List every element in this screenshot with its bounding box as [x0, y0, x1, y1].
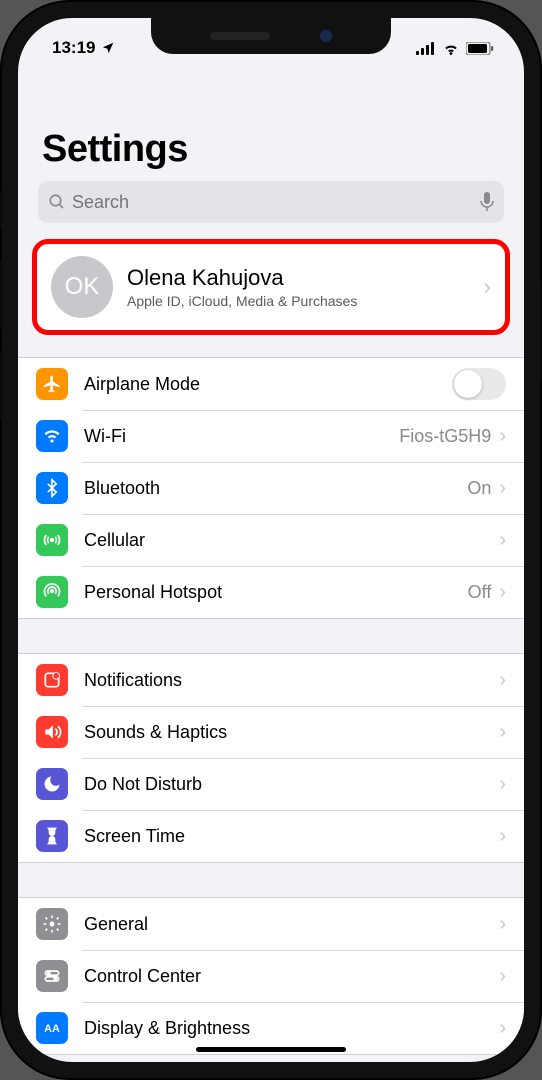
svg-text:AA: AA — [44, 1023, 60, 1035]
statusbar-time: 13:19 — [52, 38, 95, 58]
chevron-right-icon: › — [499, 965, 506, 988]
home-indicator[interactable] — [196, 1047, 346, 1052]
row-label: Wi-Fi — [84, 426, 399, 447]
dnd-icon — [36, 768, 68, 800]
chevron-right-icon: › — [499, 721, 506, 744]
row-label: Airplane Mode — [84, 374, 452, 395]
settings-row-screen-time[interactable]: Screen Time› — [18, 810, 524, 862]
chevron-right-icon: › — [499, 913, 506, 936]
chevron-right-icon: › — [499, 1017, 506, 1040]
chevron-right-icon: › — [499, 425, 506, 448]
chevron-right-icon: › — [499, 581, 506, 604]
settings-row-cellular[interactable]: Cellular› — [18, 514, 524, 566]
wifi-icon — [442, 42, 460, 55]
search-input[interactable] — [72, 192, 480, 213]
settings-row-do-not-disturb[interactable]: Do Not Disturb› — [18, 758, 524, 810]
cell-signal-icon — [416, 42, 436, 55]
row-label: Notifications — [84, 670, 499, 691]
profile-subtitle: Apple ID, iCloud, Media & Purchases — [127, 293, 470, 309]
row-label: Screen Time — [84, 826, 499, 847]
row-label: General — [84, 914, 499, 935]
row-label: Control Center — [84, 966, 499, 987]
chevron-right-icon: › — [499, 825, 506, 848]
row-label: Do Not Disturb — [84, 774, 499, 795]
chevron-right-icon: › — [499, 669, 506, 692]
chevron-right-icon: › — [499, 529, 506, 552]
notifications-icon — [36, 664, 68, 696]
settings-row-personal-hotspot[interactable]: Personal HotspotOff › — [18, 566, 524, 618]
row-label: Bluetooth — [84, 478, 467, 499]
row-label: Personal Hotspot — [84, 582, 468, 603]
hotspot-icon — [36, 576, 68, 608]
wifi-icon — [36, 420, 68, 452]
screentime-icon — [36, 820, 68, 852]
avatar: OK — [51, 256, 113, 318]
general-icon — [36, 908, 68, 940]
search-icon — [48, 193, 66, 211]
avatar-initials: OK — [65, 273, 100, 301]
apple-id-profile-row[interactable]: OK Olena Kahujova Apple ID, iCloud, Medi… — [32, 239, 510, 335]
settings-row-notifications[interactable]: Notifications› — [18, 654, 524, 706]
settings-row-bluetooth[interactable]: BluetoothOn › — [18, 462, 524, 514]
page-title: Settings — [18, 98, 524, 181]
settings-row-sounds-haptics[interactable]: Sounds & Haptics› — [18, 706, 524, 758]
settings-row-control-center[interactable]: Control Center› — [18, 950, 524, 1002]
sounds-icon — [36, 716, 68, 748]
cellular-icon — [36, 524, 68, 556]
chevron-right-icon: › — [484, 274, 491, 300]
controlcenter-icon — [36, 960, 68, 992]
settings-row-general[interactable]: General› — [18, 898, 524, 950]
battery-icon — [466, 42, 494, 55]
profile-name: Olena Kahujova — [127, 265, 470, 291]
location-icon — [101, 41, 115, 55]
chevron-right-icon: › — [499, 773, 506, 796]
row-value: Off — [468, 582, 492, 603]
row-value: On — [467, 478, 491, 499]
search-bar[interactable] — [38, 181, 504, 223]
chevron-right-icon: › — [499, 477, 506, 500]
row-label: Display & Brightness — [84, 1018, 499, 1039]
toggle-airplane-mode[interactable] — [452, 368, 506, 400]
row-value: Fios-tG5H9 — [399, 426, 491, 447]
row-label: Sounds & Haptics — [84, 722, 499, 743]
display-icon: AA — [36, 1012, 68, 1044]
settings-row-airplane-mode[interactable]: Airplane Mode — [18, 358, 524, 410]
bluetooth-icon — [36, 472, 68, 504]
airplane-icon — [36, 368, 68, 400]
mic-icon[interactable] — [480, 192, 494, 212]
row-label: Cellular — [84, 530, 499, 551]
settings-row-wi-fi[interactable]: Wi-FiFios-tG5H9 › — [18, 410, 524, 462]
